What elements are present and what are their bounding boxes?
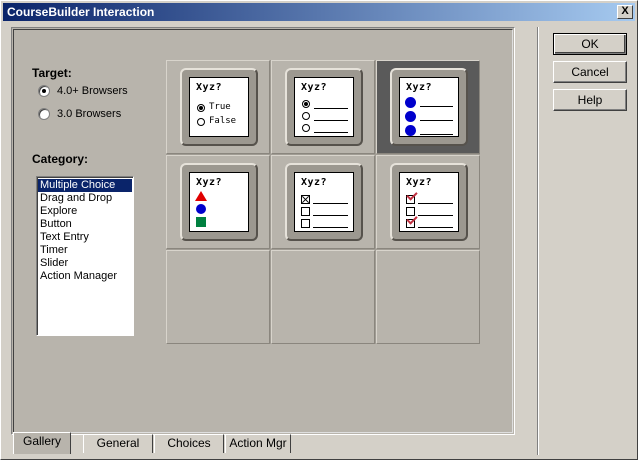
list-item[interactable]: Slider (38, 257, 132, 270)
close-icon: X (621, 5, 629, 17)
tab-gallery[interactable]: Gallery (13, 432, 71, 454)
list-item[interactable]: Timer (38, 244, 132, 257)
ok-button[interactable]: OK (553, 33, 627, 55)
gallery-tile[interactable]: Xyz? (390, 163, 468, 241)
gallery-cell-true-false[interactable]: Xyz? True False (166, 60, 270, 154)
gallery-cell-empty (376, 250, 480, 344)
list-item[interactable]: Text Entry (38, 231, 132, 244)
separator (537, 27, 539, 455)
gallery-tile[interactable]: Xyz? (285, 163, 363, 241)
list-item[interactable]: Action Manager (38, 270, 132, 283)
category-listbox[interactable]: Multiple Choice Drag and Drop Explore Bu… (36, 176, 134, 336)
gallery-cell-checkbox-choices[interactable]: Xyz? (271, 155, 375, 249)
gallery-tile[interactable]: Xyz? (180, 163, 258, 241)
target-option-3-browsers[interactable]: 3.0 Browsers (38, 108, 148, 122)
cancel-button[interactable]: Cancel (553, 61, 627, 83)
gallery-cell-shapes[interactable]: Xyz? (166, 155, 270, 249)
radio-button[interactable] (38, 108, 50, 120)
title-bar[interactable]: CourseBuilder Interaction X (3, 3, 635, 21)
list-item[interactable]: Explore (38, 205, 132, 218)
list-item[interactable]: Button (38, 218, 132, 231)
help-button[interactable]: Help (553, 89, 627, 111)
check-graphics-icon: Xyz? (399, 172, 459, 232)
gallery-cell-empty (166, 250, 270, 344)
gallery-cell-radio-choices[interactable]: Xyz? (271, 60, 375, 154)
graphic-choices-icon: Xyz? (399, 77, 459, 137)
true-false-icon: Xyz? True False (189, 77, 249, 137)
target-option-4-browsers[interactable]: 4.0+ Browsers (38, 85, 148, 99)
dialog-window: CourseBuilder Interaction X Target: 4.0+… (0, 0, 638, 460)
gallery-tile[interactable]: Xyz? (390, 68, 468, 146)
radio-button[interactable] (38, 85, 50, 97)
radio-choices-icon: Xyz? (294, 77, 354, 137)
gallery-tile[interactable]: Xyz? (285, 68, 363, 146)
gallery-tile[interactable]: Xyz? True False (180, 68, 258, 146)
checkbox-choices-icon: Xyz? (294, 172, 354, 232)
gallery-panel: Target: 4.0+ Browsers 3.0 Browsers Categ… (11, 27, 515, 435)
list-item[interactable]: Multiple Choice (38, 179, 132, 192)
interaction-gallery: Xyz? True False Xyz? Xyz? Xyz? Xyz? Xyz? (166, 60, 480, 344)
tab-general[interactable]: General (83, 434, 153, 453)
close-button[interactable]: X (617, 5, 633, 19)
list-item[interactable]: Drag and Drop (38, 192, 132, 205)
target-label: Target: (32, 66, 72, 80)
radio-label: 4.0+ Browsers (57, 85, 128, 97)
tab-choices[interactable]: Choices (154, 434, 224, 453)
category-label: Category: (32, 152, 89, 166)
gallery-cell-graphic-choices[interactable]: Xyz? (376, 60, 480, 154)
radio-label: 3.0 Browsers (57, 108, 122, 120)
window-title: CourseBuilder Interaction (7, 5, 155, 19)
shapes-icon: Xyz? (189, 172, 249, 232)
gallery-cell-check-graphics[interactable]: Xyz? (376, 155, 480, 249)
gallery-cell-empty (271, 250, 375, 344)
tab-action-mgr[interactable]: Action Mgr (225, 434, 291, 453)
